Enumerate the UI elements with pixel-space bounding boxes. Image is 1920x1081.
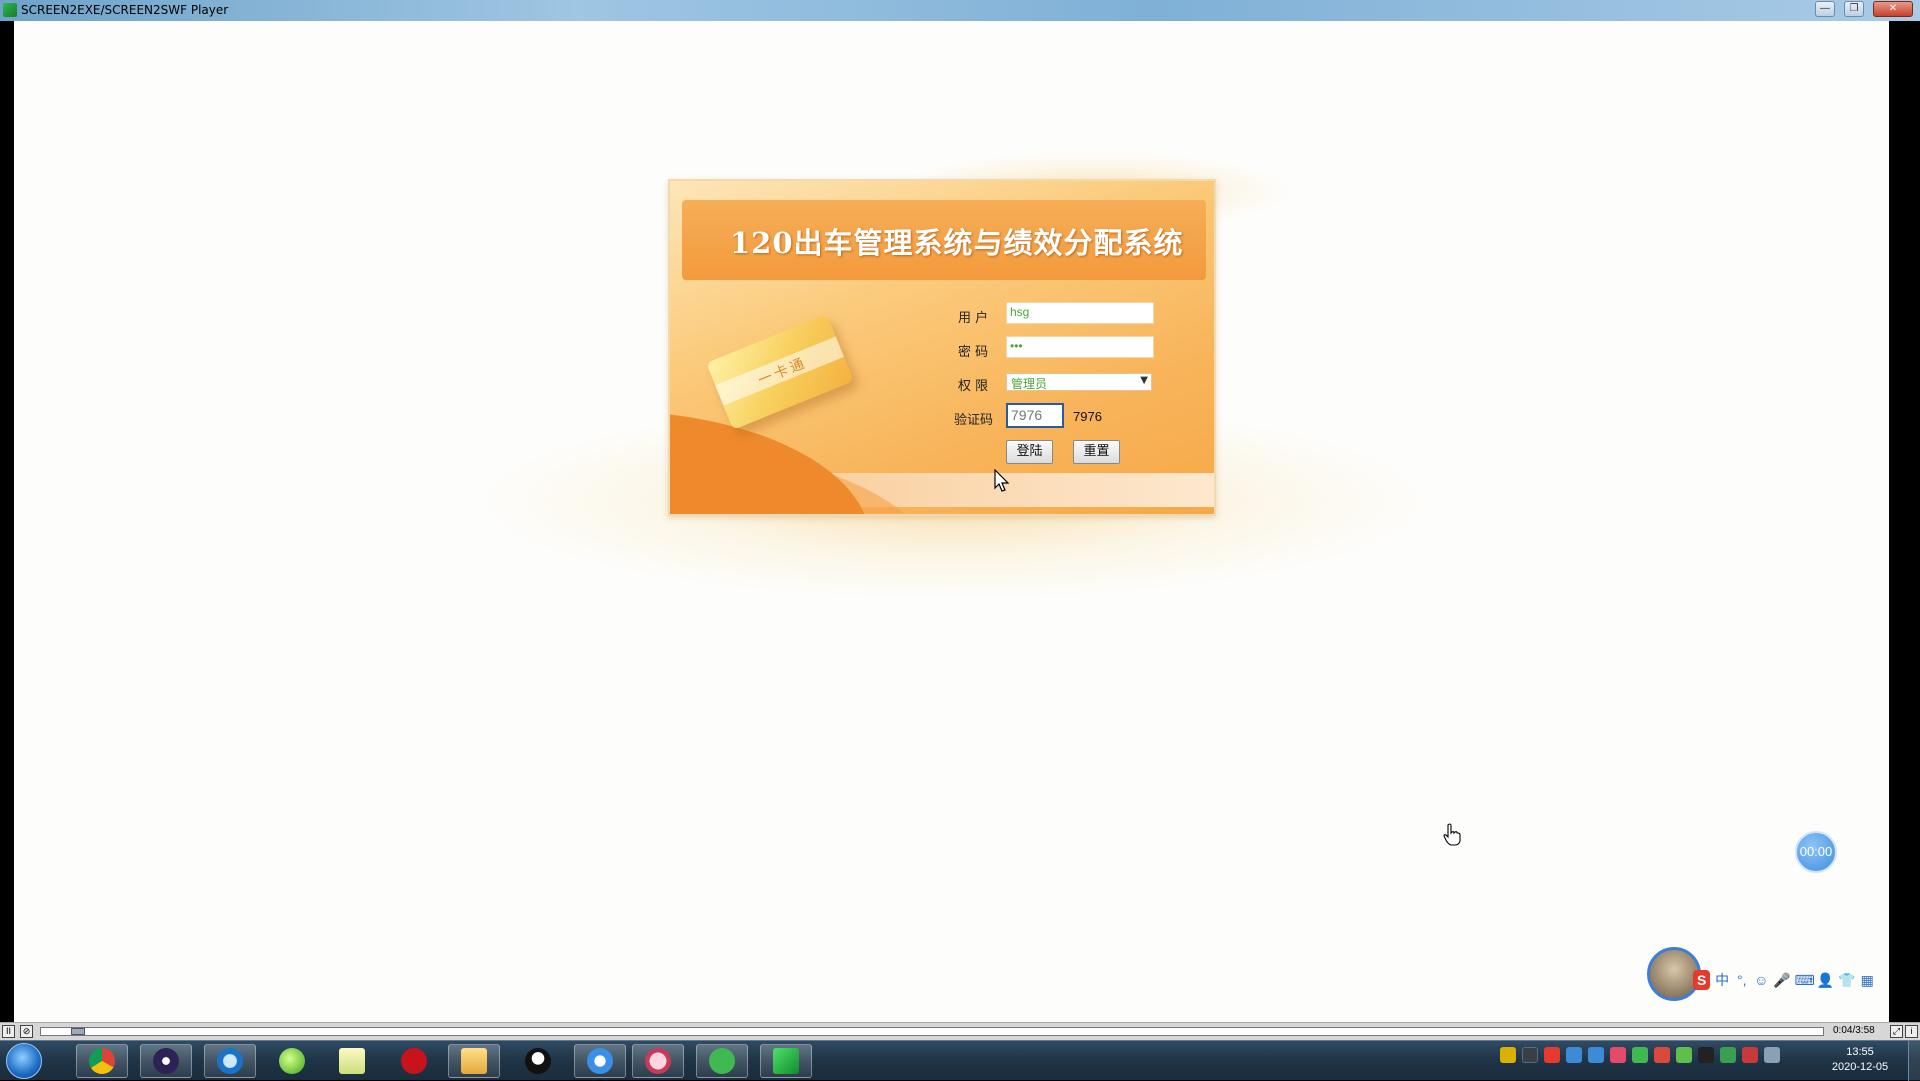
flash-icon (401, 1048, 427, 1074)
folder-icon (461, 1048, 487, 1074)
taskbar-browser[interactable] (204, 1044, 256, 1078)
network-icon[interactable] (1676, 1047, 1692, 1063)
window-titlebar[interactable]: SCREEN2EXE/SCREEN2SWF Player — ❐ ✕ (0, 0, 1920, 21)
close-button[interactable]: ✕ (1873, 1, 1913, 17)
taskbar-qq[interactable] (512, 1044, 564, 1078)
sogou-logo-icon[interactable]: S (1693, 970, 1711, 990)
hand-cursor-icon (1443, 823, 1461, 846)
decorative-curve (670, 411, 870, 514)
role-select[interactable]: 管理员 ▼ (1006, 373, 1152, 391)
keyboard-icon[interactable]: ⌨ (1795, 972, 1815, 989)
reset-button[interactable]: 重置 (1073, 440, 1120, 464)
loop-button[interactable]: ⊘ (20, 1025, 33, 1038)
minimize-button[interactable]: — (1815, 1, 1835, 17)
show-desktop-button[interactable] (1908, 1041, 1920, 1081)
clock-time: 13:55 (1846, 1046, 1874, 1058)
login-button[interactable]: 登陆 (1006, 440, 1053, 464)
mouse-pointer-icon (994, 469, 1010, 492)
arrow-icon[interactable] (1654, 1047, 1670, 1063)
title-banner: 120出车管理系统与绩效分配系统 (682, 200, 1206, 280)
qq-tray-icon[interactable] (1698, 1047, 1714, 1063)
taskbar-notepad[interactable] (326, 1044, 378, 1078)
taskbar-chrome[interactable] (76, 1044, 128, 1078)
battery-icon[interactable] (1720, 1047, 1736, 1063)
taskbar-avatar-app[interactable] (632, 1044, 684, 1078)
sogou-tray-icon[interactable] (1544, 1047, 1560, 1063)
username-input[interactable]: hsg (1006, 302, 1154, 324)
qq-penguin-icon (525, 1048, 551, 1074)
security-icon (279, 1048, 305, 1074)
recording-timer[interactable]: 00:00 (1795, 831, 1837, 873)
role-selected-value: 管理员 (1011, 377, 1048, 391)
toolbox-icon[interactable]: ▦ (1859, 972, 1875, 989)
card-illustration: 一卡通 (706, 314, 854, 430)
pause-button[interactable]: II (2, 1025, 15, 1038)
pc-icon[interactable] (1500, 1047, 1516, 1063)
info-icon[interactable]: i (1905, 1025, 1918, 1038)
skin-icon[interactable]: 👕 (1838, 972, 1855, 989)
wechat-tray-icon[interactable] (1632, 1047, 1648, 1063)
taskbar-flash[interactable] (388, 1044, 440, 1078)
eclipse-icon (153, 1048, 179, 1074)
login-panel: 120出车管理系统与绩效分配系统 一卡通 用 户 hsg 密 码 ••• 权 限… (668, 179, 1216, 516)
microphone-icon[interactable]: 🎤 (1773, 972, 1790, 989)
window-title: SCREEN2EXE/SCREEN2SWF Player (21, 3, 229, 17)
ime-punctuation[interactable]: °, (1734, 972, 1750, 988)
player-controls: II ⊘ 0:04/3:58 ⤢ i (0, 1022, 1920, 1040)
password-input[interactable]: ••• (1006, 336, 1154, 358)
system-tray (1500, 1047, 1780, 1063)
cloud-icon (587, 1048, 613, 1074)
avatar-icon (645, 1048, 671, 1074)
taskbar-clock[interactable]: 13:55 2020-12-05 (1820, 1045, 1900, 1075)
user-label: 用 户 (958, 311, 989, 326)
password-label: 密 码 (958, 345, 989, 360)
taskbar-eclipse[interactable] (140, 1044, 192, 1078)
system-title: 120出车管理系统与绩效分配系统 (730, 226, 1184, 260)
notepad-icon (339, 1048, 365, 1074)
player-canvas: 120出车管理系统与绩效分配系统 一卡通 用 户 hsg 密 码 ••• 权 限… (14, 21, 1889, 1022)
role-label: 权 限 (958, 379, 989, 394)
captcha-label: 验证码 (954, 413, 994, 428)
dropdown-arrow-icon: ▼ (1140, 375, 1148, 386)
shield-icon[interactable] (1588, 1047, 1604, 1063)
chrome-icon (89, 1048, 115, 1074)
browser-icon (217, 1048, 243, 1074)
emoji-icon[interactable]: ☺ (1754, 972, 1770, 988)
captcha-input[interactable]: 7976 (1006, 403, 1064, 428)
windows-taskbar: 13:55 2020-12-05 (0, 1040, 1920, 1081)
taskbar-360[interactable] (266, 1044, 318, 1078)
app-icon (3, 3, 17, 17)
volume-icon[interactable] (1742, 1047, 1758, 1063)
user-icon[interactable]: 👤 (1817, 972, 1834, 989)
action-center-icon[interactable] (1764, 1047, 1780, 1063)
clock-date: 2020-12-05 (1831, 1061, 1889, 1073)
taskbar-explorer[interactable] (448, 1044, 500, 1078)
taskbar-wechat[interactable] (696, 1044, 748, 1078)
update-icon[interactable] (1566, 1047, 1582, 1063)
fullscreen-icon[interactable]: ⤢ (1890, 1025, 1903, 1038)
seek-thumb[interactable] (71, 1028, 85, 1035)
ime-chinese-mode[interactable]: 中 (1714, 970, 1730, 990)
maximize-button[interactable]: ❐ (1844, 1, 1864, 17)
start-button[interactable] (6, 1043, 42, 1079)
playback-time: 0:04/3:58 (1833, 1025, 1875, 1036)
taskbar-screen-recorder[interactable] (760, 1044, 812, 1078)
seek-bar[interactable] (40, 1027, 1824, 1036)
wechat-icon (709, 1048, 735, 1074)
captcha-code: 7976 (1073, 409, 1102, 424)
ime-toolbar[interactable]: S 中 °, ☺ 🎤 ⌨ 👤 👕 ▦ (1693, 967, 1875, 993)
flower-icon[interactable] (1610, 1047, 1626, 1063)
taskbar-netdisk[interactable] (574, 1044, 626, 1078)
recorder-icon (773, 1048, 799, 1074)
separator-icon (1522, 1047, 1538, 1063)
